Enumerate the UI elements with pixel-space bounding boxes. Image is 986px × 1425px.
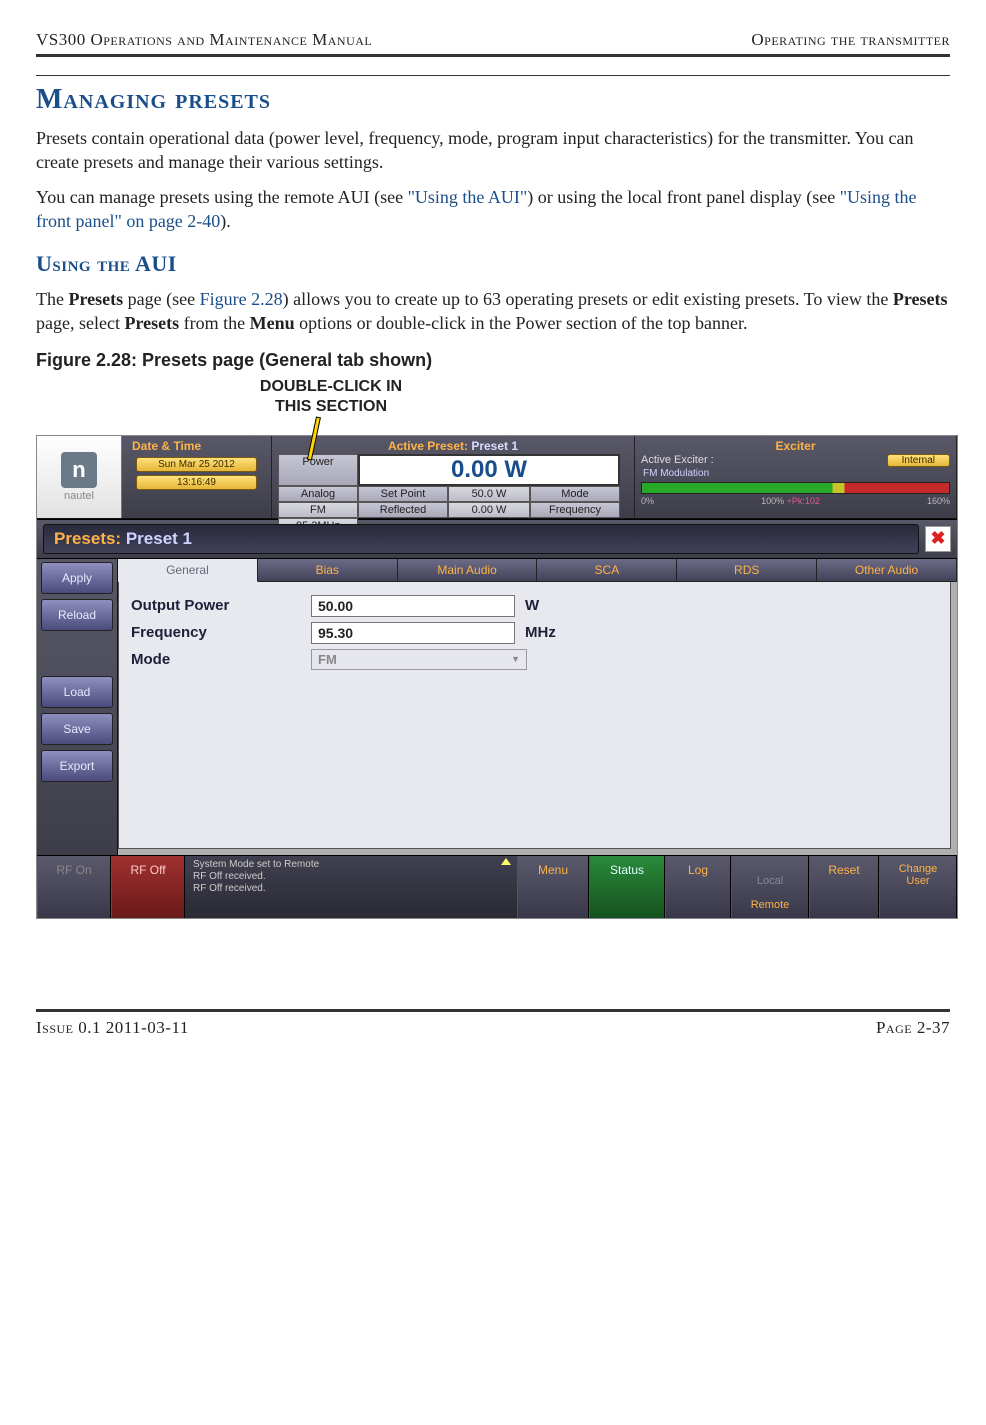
local-label: Local	[757, 875, 783, 887]
menu-button[interactable]: Menu	[517, 856, 589, 918]
export-button[interactable]: Export	[41, 750, 113, 782]
bottom-bar: RF On RF Off System Mode set to Remote R…	[37, 855, 957, 918]
callout-line-1: DOUBLE-CLICK IN	[221, 377, 441, 397]
frequency-row: Frequency 95.30 MHz	[131, 622, 938, 644]
top-banner: n nautel Date & Time Sun Mar 25 2012 13:…	[37, 436, 957, 519]
section-title: Managing presets	[36, 84, 950, 116]
link-figure-2-28[interactable]: Figure 2.28	[200, 289, 283, 309]
intro-para-2: You can manage presets using the remote …	[36, 185, 950, 234]
active-preset-grid: Power 0.00 W Analog Set Point 50.0 W Mod…	[278, 454, 628, 534]
figure-callout: DOUBLE-CLICK IN THIS SECTION	[36, 377, 950, 435]
subsection-title: Using the AUI	[36, 251, 950, 277]
power-label: Power	[278, 454, 358, 486]
active-preset-panel[interactable]: Active Preset: Preset 1 Power 0.00 W Ana…	[272, 436, 635, 518]
preset-tabs: General Bias Main Audio SCA RDS Other Au…	[118, 559, 957, 582]
tab-bias[interactable]: Bias	[258, 559, 398, 582]
time-value: 13:16:49	[136, 475, 257, 490]
mode-row: Mode FM ▼	[131, 649, 938, 670]
power-readout[interactable]: 0.00 W	[358, 454, 620, 486]
frequency-input[interactable]: 95.30	[311, 622, 515, 644]
logo-icon: n	[61, 452, 97, 488]
reflected-label: Reflected	[358, 502, 448, 518]
status-msg-2: RF Off received.	[193, 871, 266, 882]
output-power-input[interactable]: 50.00	[311, 595, 515, 617]
intro-para-3: The Presets page (see Figure 2.28) allow…	[36, 287, 950, 336]
side-gap	[41, 636, 113, 676]
setpoint-label: Set Point	[358, 486, 448, 502]
logo-text: nautel	[64, 490, 94, 502]
mode-select-value: FM	[318, 652, 337, 667]
frequency-label: Frequency	[530, 502, 620, 518]
frequency-form-label: Frequency	[131, 624, 301, 641]
preset-side-buttons: Apply Reload Load Save Export	[37, 559, 118, 855]
active-exciter-label: Active Exciter :	[641, 454, 714, 466]
nautel-logo: n nautel	[37, 436, 122, 518]
rf-off-button[interactable]: RF Off	[111, 856, 185, 918]
figure-caption: Figure 2.28: Presets page (General tab s…	[36, 350, 950, 371]
header-left: VS300 Operations and Maintenance Manual	[36, 30, 372, 50]
remote-label: Remote	[751, 899, 790, 911]
load-button[interactable]: Load	[41, 676, 113, 708]
presets-header-bar: Presets: Preset 1 ✖	[37, 519, 957, 559]
active-exciter-row: Active Exciter : Internal	[641, 454, 950, 467]
status-message-area[interactable]: System Mode set to Remote RF Off receive…	[185, 856, 517, 918]
output-power-label: Output Power	[131, 597, 301, 614]
mode-label: Mode	[530, 486, 620, 502]
exciter-panel[interactable]: Exciter Active Exciter : Internal FM Mod…	[635, 436, 957, 518]
change-user-button[interactable]: Change User	[879, 856, 957, 918]
tab-main-audio[interactable]: Main Audio	[398, 559, 538, 582]
callout-line-2: THIS SECTION	[221, 397, 441, 417]
exciter-title: Exciter	[641, 438, 950, 454]
modulation-ticks: 0% 100% +Pk:102 160%	[641, 496, 950, 506]
status-msg-3: RF Off received.	[193, 883, 266, 894]
general-form: Output Power 50.00 W Frequency 95.30 MHz…	[118, 582, 951, 849]
fm-modulation-label: FM Modulation	[641, 467, 950, 480]
frequency-unit: MHz	[525, 624, 585, 641]
modulation-meter	[641, 482, 950, 494]
date-time-panel[interactable]: Date & Time Sun Mar 25 2012 13:16:49	[122, 436, 272, 518]
reload-button[interactable]: Reload	[41, 599, 113, 631]
save-button[interactable]: Save	[41, 713, 113, 745]
preset-content: General Bias Main Audio SCA RDS Other Au…	[118, 559, 957, 855]
aui-screenshot: n nautel Date & Time Sun Mar 25 2012 13:…	[36, 435, 958, 919]
tab-other-audio[interactable]: Other Audio	[817, 559, 957, 582]
tab-rds[interactable]: RDS	[677, 559, 817, 582]
tab-sca[interactable]: SCA	[537, 559, 677, 582]
setpoint-value: 50.0 W	[448, 486, 530, 502]
active-preset-title: Active Preset: Preset 1	[278, 438, 628, 454]
header-right: Operating the transmitter	[751, 30, 950, 50]
output-power-unit: W	[525, 597, 585, 614]
presets-title: Presets: Preset 1	[43, 524, 919, 554]
status-button[interactable]: Status	[589, 856, 665, 918]
output-power-row: Output Power 50.00 W	[131, 595, 938, 617]
footer-right: Page 2-37	[876, 1018, 950, 1038]
log-button[interactable]: Log	[665, 856, 731, 918]
date-time-title: Date & Time	[128, 438, 265, 454]
intro-para-1: Presets contain operational data (power …	[36, 126, 950, 175]
mode-form-label: Mode	[131, 651, 301, 668]
active-exciter-value: Internal	[887, 454, 950, 467]
footer-left: Issue 0.1 2011-03-11	[36, 1018, 189, 1038]
status-msg-1: System Mode set to Remote	[193, 859, 319, 870]
tab-general[interactable]: General	[118, 559, 258, 582]
presets-main: Apply Reload Load Save Export General Bi…	[37, 559, 957, 855]
date-value: Sun Mar 25 2012	[136, 457, 257, 472]
section-rule	[36, 75, 950, 76]
page-footer: Issue 0.1 2011-03-11 Page 2-37	[36, 1009, 950, 1038]
link-using-aui[interactable]: "Using the AUI"	[408, 187, 528, 207]
close-icon[interactable]: ✖	[925, 526, 951, 552]
reset-button[interactable]: Reset	[809, 856, 879, 918]
analog-label: Analog	[278, 486, 358, 502]
local-remote-button[interactable]: Local Remote	[731, 856, 809, 918]
apply-button[interactable]: Apply	[41, 562, 113, 594]
chevron-down-icon: ▼	[511, 654, 520, 664]
reflected-value: 0.00 W	[448, 502, 530, 518]
rf-on-button[interactable]: RF On	[37, 856, 111, 918]
mode-select[interactable]: FM ▼	[311, 649, 527, 670]
page-header: VS300 Operations and Maintenance Manual …	[36, 30, 950, 57]
mode-value: FM	[278, 502, 358, 518]
